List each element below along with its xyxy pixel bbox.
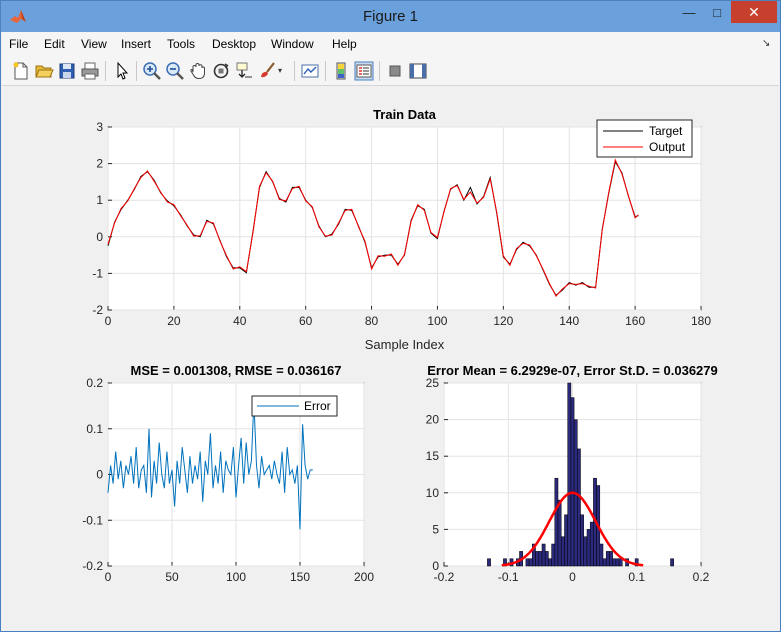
x-tick-label: -0.1 [498,570,519,584]
histogram-x-ticks: -0.2 -0.1 0 0.1 0.2 [434,570,710,584]
histogram-bar [580,514,584,567]
histogram-bar [564,514,568,567]
histogram-bar [557,499,562,567]
train-data-axes[interactable]: 0 20 40 60 80 100 120 140 160 180 -2 -1 0 1 2 3 Train … [92,107,711,352]
histogram-bar [599,543,604,567]
y-tick-label: 15 [426,449,440,463]
x-tick-label: 40 [233,314,247,328]
histogram-bar [609,551,613,567]
legend-output-label: Output [649,140,686,154]
error-axes[interactable]: 0 50 100 150 200 -0.2 -0.1 0 0.1 0.2 MSE = 0.001… [82,363,374,584]
error-legend[interactable]: Error [251,395,338,417]
histogram-bar [554,477,559,567]
histogram-bar [538,551,543,567]
x-tick-label: 140 [559,314,579,328]
legend-error-label: Error [304,399,331,413]
y-tick-label: 1 [96,193,103,207]
histogram-bar [525,558,530,567]
y-tick-label: 20 [426,413,440,427]
y-tick-label: 0 [96,468,103,482]
y-tick-label: 2 [96,157,103,171]
x-tick-label: 100 [226,570,246,584]
y-tick-label: 3 [96,120,103,134]
y-tick-label: 0.2 [86,376,103,390]
histogram-bar [561,536,565,567]
y-tick-label: -1 [92,266,103,280]
x-tick-label: 0 [105,314,112,328]
figure-window: Figure 1 — □ ✕ File Edit View Insert Too… [0,0,781,632]
y-tick-label: -0.2 [82,559,103,573]
histogram-bar [577,448,581,567]
histogram-bar [605,551,610,567]
x-tick-label: 80 [365,314,379,328]
histogram-bar [589,521,594,567]
histogram-bar [586,529,591,567]
x-tick-label: 0.1 [628,570,645,584]
legend-target-label: Target [649,124,683,138]
histogram-bar [535,551,540,567]
x-tick-label: 20 [167,314,181,328]
error-x-ticks: 0 50 100 150 200 [105,570,375,584]
x-tick-label: 100 [427,314,447,328]
x-tick-label: 0 [569,570,576,584]
histogram-bar [544,551,549,567]
histogram-bar [487,558,491,567]
x-tick-label: 180 [691,314,711,328]
x-tick-label: 120 [493,314,513,328]
y-tick-label: -2 [92,303,103,317]
train-data-y-ticks: -2 -1 0 1 2 3 [92,120,103,317]
histogram-bar [528,558,533,567]
y-tick-label: 5 [432,522,439,536]
histogram-bar [548,558,552,567]
x-tick-label: 160 [625,314,645,328]
error-y-ticks: -0.2 -0.1 0 0.1 0.2 [82,376,103,573]
x-tick-label: 0 [105,570,112,584]
histogram-axes[interactable]: -0.2 -0.1 0 0.1 0.2 0510152025 Error Mean = … [426,363,718,584]
histogram-bar [567,382,572,567]
y-tick-label: 0 [432,559,439,573]
y-tick-label: -0.1 [82,513,103,527]
x-tick-label: 150 [290,570,310,584]
train-data-title: Train Data [373,107,437,122]
x-tick-label: 0.2 [693,570,710,584]
histogram-bar [670,558,674,567]
y-tick-label: 0 [96,230,103,244]
train-data-xlabel: Sample Index [365,337,445,352]
histogram-y-ticks: 0 5 10 15 20 25 [426,376,440,573]
train-data-legend[interactable]: Target Output [596,119,693,158]
histogram-bar [615,558,620,567]
histogram-bar [612,558,617,567]
histogram-bar [551,543,556,567]
y-tick-label: 0.1 [86,422,103,436]
histogram-bar [583,536,588,567]
plots-svg: 0 20 40 60 80 100 120 140 160 180 -2-10123 Train … [82,107,718,584]
error-title: MSE = 0.001308, RMSE = 0.036167 [130,363,341,378]
y-tick-label: 10 [426,486,440,500]
x-tick-label: 60 [299,314,313,328]
train-data-x-ticks: 0 20 40 60 80 100 120 140 160 180 [105,314,712,328]
histogram-title: Error Mean = 6.2929e-07, Error St.D. = 0… [427,363,718,378]
histogram-bar [602,558,607,567]
histogram-bar [570,397,575,567]
x-tick-label: 50 [165,570,179,584]
y-tick-label: 25 [426,376,440,390]
histogram-bar [618,558,623,567]
histogram-bar [541,543,546,567]
x-tick-label: 200 [354,570,374,584]
